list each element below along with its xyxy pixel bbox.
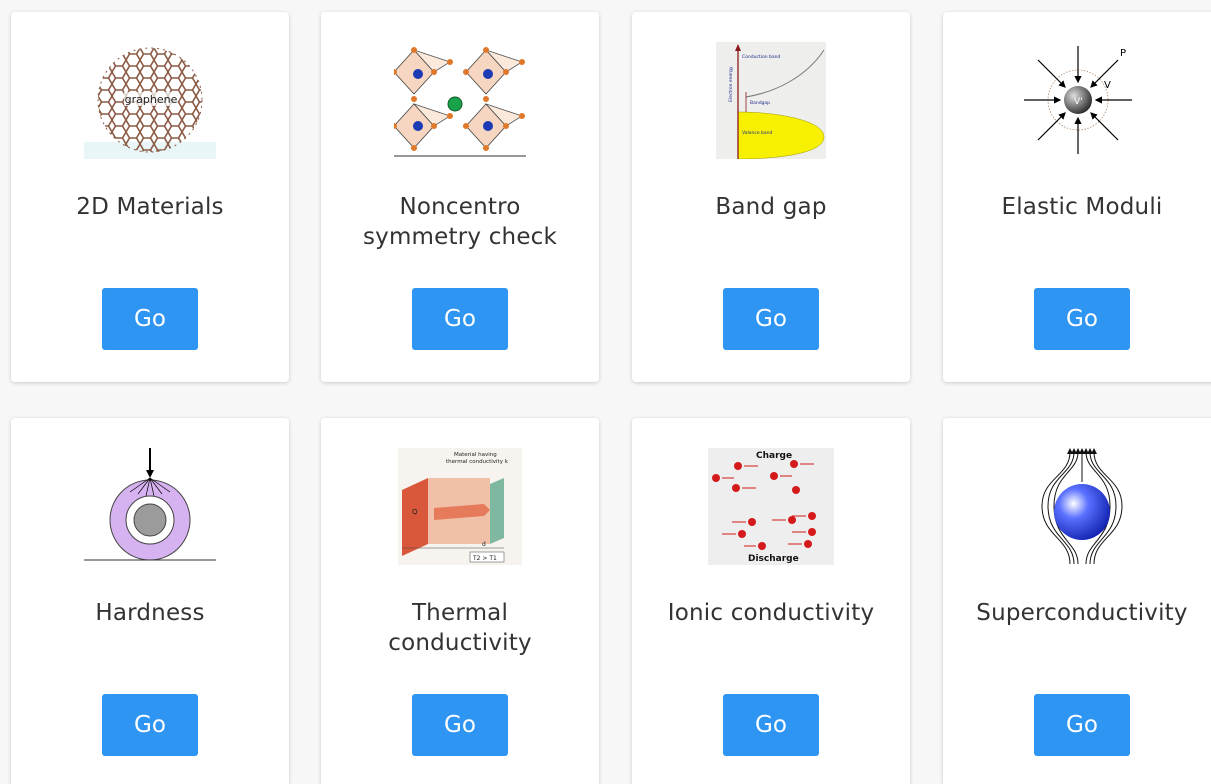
card-title: Band gap <box>715 194 827 220</box>
card-title: Hardness <box>95 600 205 626</box>
card-title: Ionic conductivity <box>667 600 875 626</box>
ionic-conductivity-image: Charge Discharge <box>705 448 837 565</box>
card-title: Thermal conductivity <box>388 600 532 656</box>
materials-card-grid: graphene 2D Materials Go Noncentro symme… <box>0 0 1211 784</box>
card-thermal-conductivity: Q Material having thermal conductivity k… <box>321 418 599 784</box>
bandgap-label: Bandgap <box>750 100 770 106</box>
perovskite-image <box>394 42 526 159</box>
card-title: Superconductivity <box>976 600 1188 626</box>
material-label: Material having <box>454 452 497 458</box>
card-superconductivity: Superconductivity Go <box>943 418 1211 784</box>
charge-label: Charge <box>756 451 792 461</box>
electron-energy-label: Electron energy <box>728 66 734 102</box>
go-button[interactable]: Go <box>102 694 198 756</box>
card-elastic-moduli: V' P V Elastic Moduli Go <box>943 12 1211 382</box>
card-ionic-conductivity: Charge Discharge Ionic conductivity Go <box>632 418 910 784</box>
go-button[interactable]: Go <box>723 288 819 350</box>
card-title: 2D Materials <box>76 194 224 220</box>
valence-band-label: Valence band <box>742 130 772 136</box>
card-hardness: Hardness Go <box>11 418 289 784</box>
go-button[interactable]: Go <box>412 288 508 350</box>
q-label: Q <box>412 508 418 516</box>
thermal-conductivity-image: Q Material having thermal conductivity k… <box>394 448 526 565</box>
card-noncentrosymmetry: Noncentro symmetry check Go <box>321 12 599 382</box>
discharge-label: Discharge <box>748 554 799 564</box>
hardness-image <box>84 448 216 565</box>
graphene-label: graphene <box>125 93 178 106</box>
v-label: V <box>1104 80 1111 91</box>
go-button[interactable]: Go <box>1034 288 1130 350</box>
card-title: Noncentro symmetry check <box>362 194 558 250</box>
go-button[interactable]: Go <box>1034 694 1130 756</box>
graphene-image: graphene <box>84 42 216 159</box>
go-button[interactable]: Go <box>102 288 198 350</box>
conduction-band-label: Conduction band <box>742 54 780 60</box>
thermal-k-label: thermal conductivity k <box>446 459 509 465</box>
elastic-moduli-image: V' P V <box>1016 42 1148 159</box>
go-button[interactable]: Go <box>723 694 819 756</box>
card-band-gap: Conduction band Bandgap Valence band Ele… <box>632 12 910 382</box>
band-gap-image: Conduction band Bandgap Valence band Ele… <box>705 42 837 159</box>
card-2d-materials: graphene 2D Materials Go <box>11 12 289 382</box>
v-prime-label: V' <box>1074 97 1083 107</box>
card-title: Elastic Moduli <box>1001 194 1163 220</box>
temperature-label: T2 > T1 <box>472 555 497 562</box>
p-label: P <box>1120 48 1126 59</box>
superconductivity-image <box>1016 448 1148 565</box>
d-label: d <box>482 541 486 548</box>
go-button[interactable]: Go <box>412 694 508 756</box>
